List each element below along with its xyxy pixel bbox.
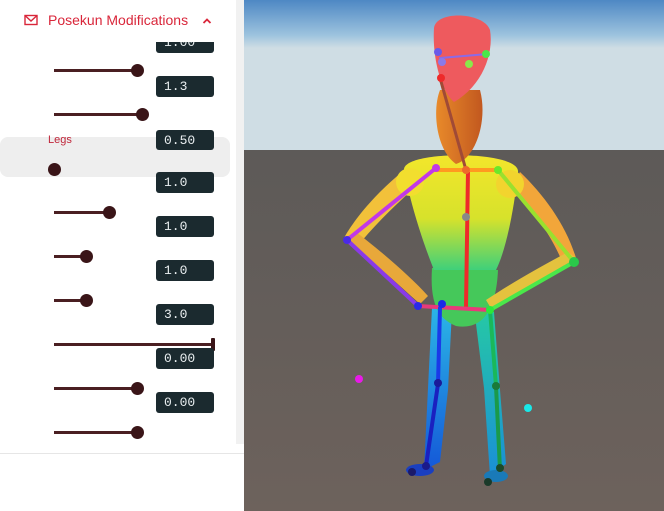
slider-track[interactable]: [54, 431, 137, 434]
divider: [0, 453, 244, 454]
value-field[interactable]: 1.0: [156, 260, 214, 281]
slider-handle[interactable]: [131, 426, 144, 439]
keypoint[interactable]: [496, 464, 504, 472]
spine-bone: [464, 168, 470, 310]
keypoint[interactable]: [434, 379, 442, 387]
slider-track[interactable]: [54, 343, 214, 346]
keypoint[interactable]: [434, 48, 442, 56]
value-field[interactable]: 3.0: [156, 304, 214, 325]
slider-row: 1.3: [0, 76, 236, 121]
value-field[interactable]: 0.50: [156, 130, 214, 150]
3d-viewport[interactable]: [244, 0, 664, 511]
slider-handle[interactable]: [136, 108, 149, 121]
keypoint[interactable]: [343, 236, 351, 244]
keypoint[interactable]: [432, 164, 440, 172]
slider-track[interactable]: [54, 69, 137, 72]
slider-row: 0.00: [0, 392, 236, 439]
keypoint[interactable]: [462, 213, 470, 221]
value-field[interactable]: 1.3: [156, 76, 214, 97]
slider-track[interactable]: [54, 387, 137, 390]
slider-row: 3.0: [0, 304, 236, 351]
value-field[interactable]: 0.00: [156, 392, 214, 413]
keypoint[interactable]: [408, 468, 416, 476]
keypoint[interactable]: [494, 166, 502, 174]
value-field[interactable]: 1.0: [156, 216, 214, 237]
slider-track[interactable]: [54, 113, 142, 116]
slider-list[interactable]: 1.00 1.3 Legs 0.50 1.0 1.0 1.0 3.0 0.00 …: [0, 42, 236, 444]
keypoint[interactable]: [465, 60, 473, 68]
slider-row: 1.0: [0, 172, 236, 219]
value-field[interactable]: 1.0: [156, 172, 214, 193]
posekun-panel: Posekun Modifications 1.00 1.3 Legs 0.50…: [0, 0, 244, 511]
keypoint[interactable]: [484, 478, 492, 486]
mail-icon: [24, 14, 38, 26]
keypoint[interactable]: [438, 300, 446, 308]
keypoint[interactable]: [524, 404, 532, 412]
keypoint[interactable]: [422, 462, 430, 470]
keypoint[interactable]: [492, 382, 500, 390]
keypoint[interactable]: [414, 302, 422, 310]
panel-title: Posekun Modifications: [48, 12, 189, 28]
keypoint[interactable]: [569, 257, 579, 267]
keypoint[interactable]: [437, 74, 445, 82]
keypoint[interactable]: [438, 58, 446, 66]
keypoint[interactable]: [486, 306, 494, 314]
section-label: Legs: [48, 134, 72, 146]
slider-row: 1.0: [0, 216, 236, 263]
slider-row: 1.00: [0, 42, 236, 77]
value-field[interactable]: 0.00: [156, 348, 214, 369]
left-thigh-bone: [436, 306, 442, 386]
panel-header[interactable]: Posekun Modifications: [0, 0, 236, 42]
slider-track[interactable]: [54, 211, 109, 214]
pose-scene[interactable]: [244, 0, 664, 511]
value-field[interactable]: 1.00: [156, 42, 214, 53]
keypoint[interactable]: [462, 166, 470, 174]
keypoint[interactable]: [482, 50, 490, 58]
scrollbar[interactable]: [236, 0, 244, 444]
keypoint[interactable]: [355, 375, 363, 383]
slider-row: 0.00: [0, 348, 236, 395]
slider-row: 1.0: [0, 260, 236, 307]
chevron-up-icon[interactable]: [200, 14, 214, 28]
